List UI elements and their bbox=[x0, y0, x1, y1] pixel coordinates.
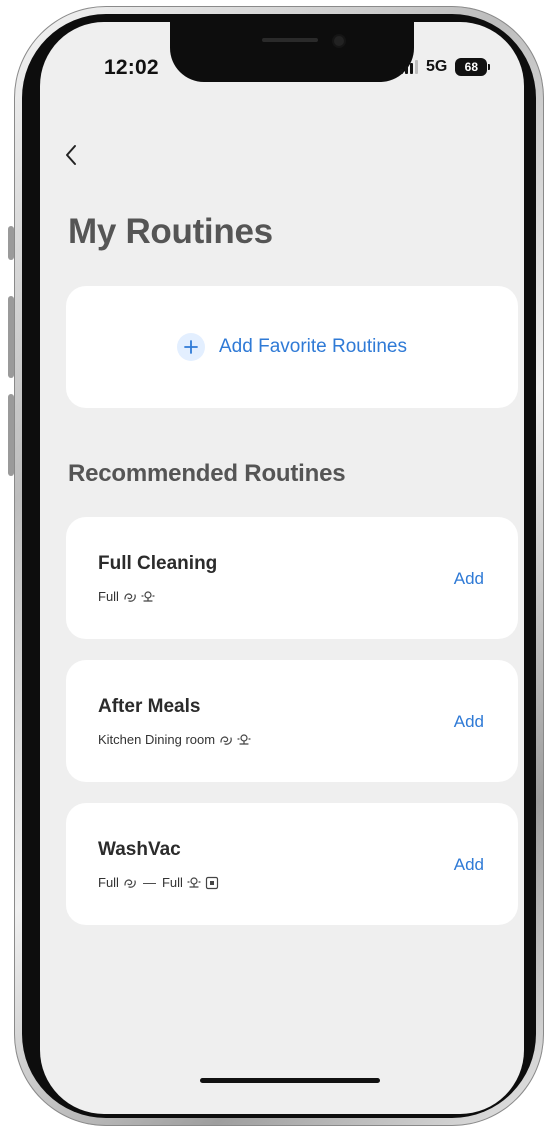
add-full-cleaning-button[interactable]: Add bbox=[454, 569, 484, 589]
notch bbox=[170, 22, 414, 82]
routine-desc-text: Kitchen Dining room bbox=[98, 732, 216, 747]
routine-desc-text: Full bbox=[98, 589, 119, 604]
routine-card-full-cleaning: Full Cleaning Full Add bbox=[66, 517, 518, 639]
routine-card-washvac: WashVac Full — Full Add bbox=[66, 803, 518, 925]
mop-icon bbox=[187, 876, 201, 888]
vacuum-icon bbox=[124, 878, 136, 888]
add-favorite-routines-button[interactable]: Add Favorite Routines bbox=[66, 286, 518, 408]
network-type: 5G bbox=[426, 58, 448, 75]
volume-down-button bbox=[8, 394, 14, 476]
dock-icon bbox=[205, 876, 219, 889]
plus-icon bbox=[177, 333, 205, 361]
recommended-routines-title: Recommended Routines bbox=[68, 460, 346, 487]
routine-description: Full — Full bbox=[98, 875, 219, 890]
chevron-left-icon bbox=[66, 145, 76, 165]
add-favorite-routines-label: Add Favorite Routines bbox=[219, 336, 407, 357]
mop-icon bbox=[141, 590, 155, 602]
home-indicator[interactable] bbox=[200, 1078, 380, 1083]
back-button[interactable] bbox=[62, 140, 82, 170]
battery-tip bbox=[488, 64, 491, 70]
routine-name: After Meals bbox=[98, 696, 201, 717]
routine-desc-separator: — bbox=[142, 875, 156, 890]
status-indicators: 5G 68 bbox=[400, 56, 491, 78]
routine-name: Full Cleaning bbox=[98, 553, 218, 574]
routine-description: Full bbox=[98, 589, 155, 604]
routine-name: WashVac bbox=[98, 839, 181, 860]
status-time: 12:02 bbox=[104, 56, 159, 79]
earpiece-speaker bbox=[262, 38, 318, 42]
routine-desc-text: Full bbox=[98, 875, 119, 890]
routine-description: Kitchen Dining room bbox=[98, 732, 251, 747]
mute-switch bbox=[8, 226, 14, 260]
vacuum-icon bbox=[220, 735, 232, 745]
page-title: My Routines bbox=[68, 212, 273, 251]
vacuum-icon bbox=[124, 592, 136, 602]
mop-icon bbox=[237, 733, 251, 745]
volume-up-button bbox=[8, 296, 14, 378]
signal-icon bbox=[400, 60, 418, 74]
front-camera bbox=[334, 36, 344, 46]
add-washvac-button[interactable]: Add bbox=[454, 855, 484, 875]
routine-desc-text-second: Full bbox=[161, 875, 183, 890]
battery-icon: 68 bbox=[455, 58, 488, 76]
routine-card-after-meals: After Meals Kitchen Dining room Add bbox=[66, 660, 518, 782]
screen: 12:02 5G 68 My Routines Add Favorite Rou… bbox=[40, 22, 524, 1114]
add-after-meals-button[interactable]: Add bbox=[454, 712, 484, 732]
